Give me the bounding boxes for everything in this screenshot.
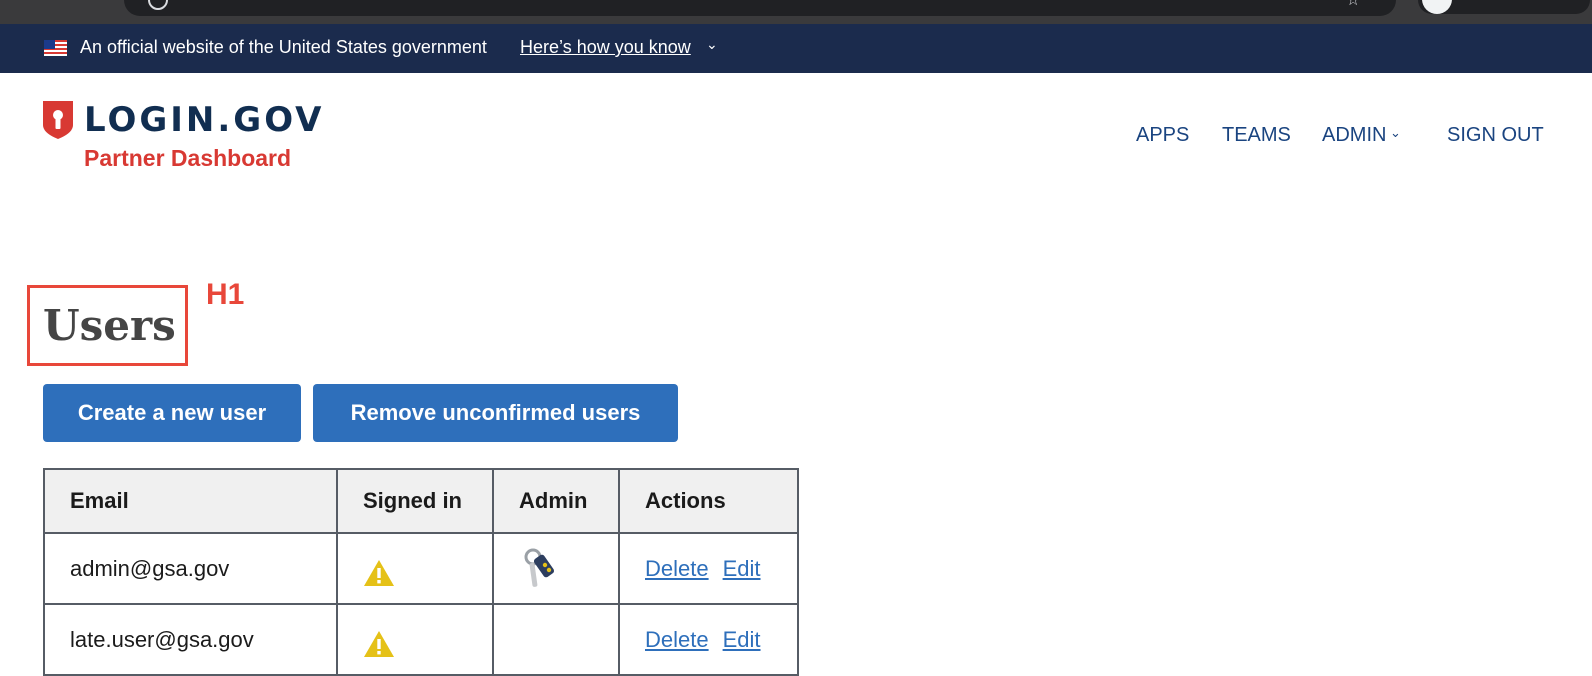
- table-row: admin@gsa.gov Delete Edit: [43, 532, 799, 605]
- chevron-down-icon[interactable]: ⌄: [1390, 126, 1401, 141]
- browser-toolbar: ☆: [0, 0, 1592, 24]
- nav-sign-out[interactable]: SIGN OUT: [1447, 124, 1544, 147]
- column-header-actions: Actions: [618, 468, 799, 534]
- us-flag-icon: [44, 40, 67, 56]
- admin-cell: [492, 603, 620, 676]
- shield-lock-icon: [43, 101, 73, 139]
- create-user-button[interactable]: Create a new user: [43, 384, 301, 442]
- h1-annotation-label: H1: [206, 278, 245, 311]
- admin-cell: [492, 532, 620, 605]
- user-email: admin@gsa.gov: [43, 532, 338, 605]
- remove-unconfirmed-users-button[interactable]: Remove unconfirmed users: [313, 384, 678, 442]
- warning-icon: [364, 630, 394, 657]
- nav-teams[interactable]: TEAMS: [1222, 124, 1291, 147]
- column-header-signed-in: Signed in: [336, 468, 494, 534]
- banner-text: An official website of the United States…: [80, 37, 487, 57]
- edit-user-link[interactable]: Edit: [723, 627, 761, 652]
- nav-admin[interactable]: ADMIN: [1322, 124, 1386, 147]
- table-header-row: Email Signed in Admin Actions: [43, 468, 799, 534]
- bookmark-star-icon[interactable]: ☆: [1346, 0, 1360, 10]
- gov-banner: An official website of the United States…: [0, 24, 1592, 73]
- actions-cell: Delete Edit: [618, 532, 799, 605]
- keys-icon: [524, 548, 555, 587]
- signed-in-cell: [336, 532, 494, 605]
- address-bar[interactable]: [124, 0, 1396, 16]
- delete-user-link[interactable]: Delete: [645, 627, 709, 652]
- nav-apps[interactable]: APPS: [1136, 124, 1189, 147]
- table-row: late.user@gsa.gov Delete Edit: [43, 603, 799, 676]
- page-title: Users: [43, 301, 176, 350]
- profile-button[interactable]: [1418, 0, 1590, 14]
- heres-how-you-know-link[interactable]: Here’s how you know: [520, 37, 691, 58]
- signed-in-cell: [336, 603, 494, 676]
- site-subtitle: Partner Dashboard: [84, 145, 292, 171]
- column-header-admin: Admin: [492, 468, 620, 534]
- warning-icon: [364, 559, 394, 586]
- chevron-down-icon[interactable]: ⌄: [706, 37, 718, 53]
- delete-user-link[interactable]: Delete: [645, 556, 709, 581]
- user-email: late.user@gsa.gov: [43, 603, 338, 676]
- users-table: Email Signed in Admin Actions admin@gsa.…: [43, 468, 799, 676]
- actions-cell: Delete Edit: [618, 603, 799, 676]
- edit-user-link[interactable]: Edit: [723, 556, 761, 581]
- logo-wordmark[interactable]: LOGIN.GOV: [84, 100, 325, 140]
- avatar: [1422, 0, 1452, 14]
- column-header-email: Email: [43, 468, 338, 534]
